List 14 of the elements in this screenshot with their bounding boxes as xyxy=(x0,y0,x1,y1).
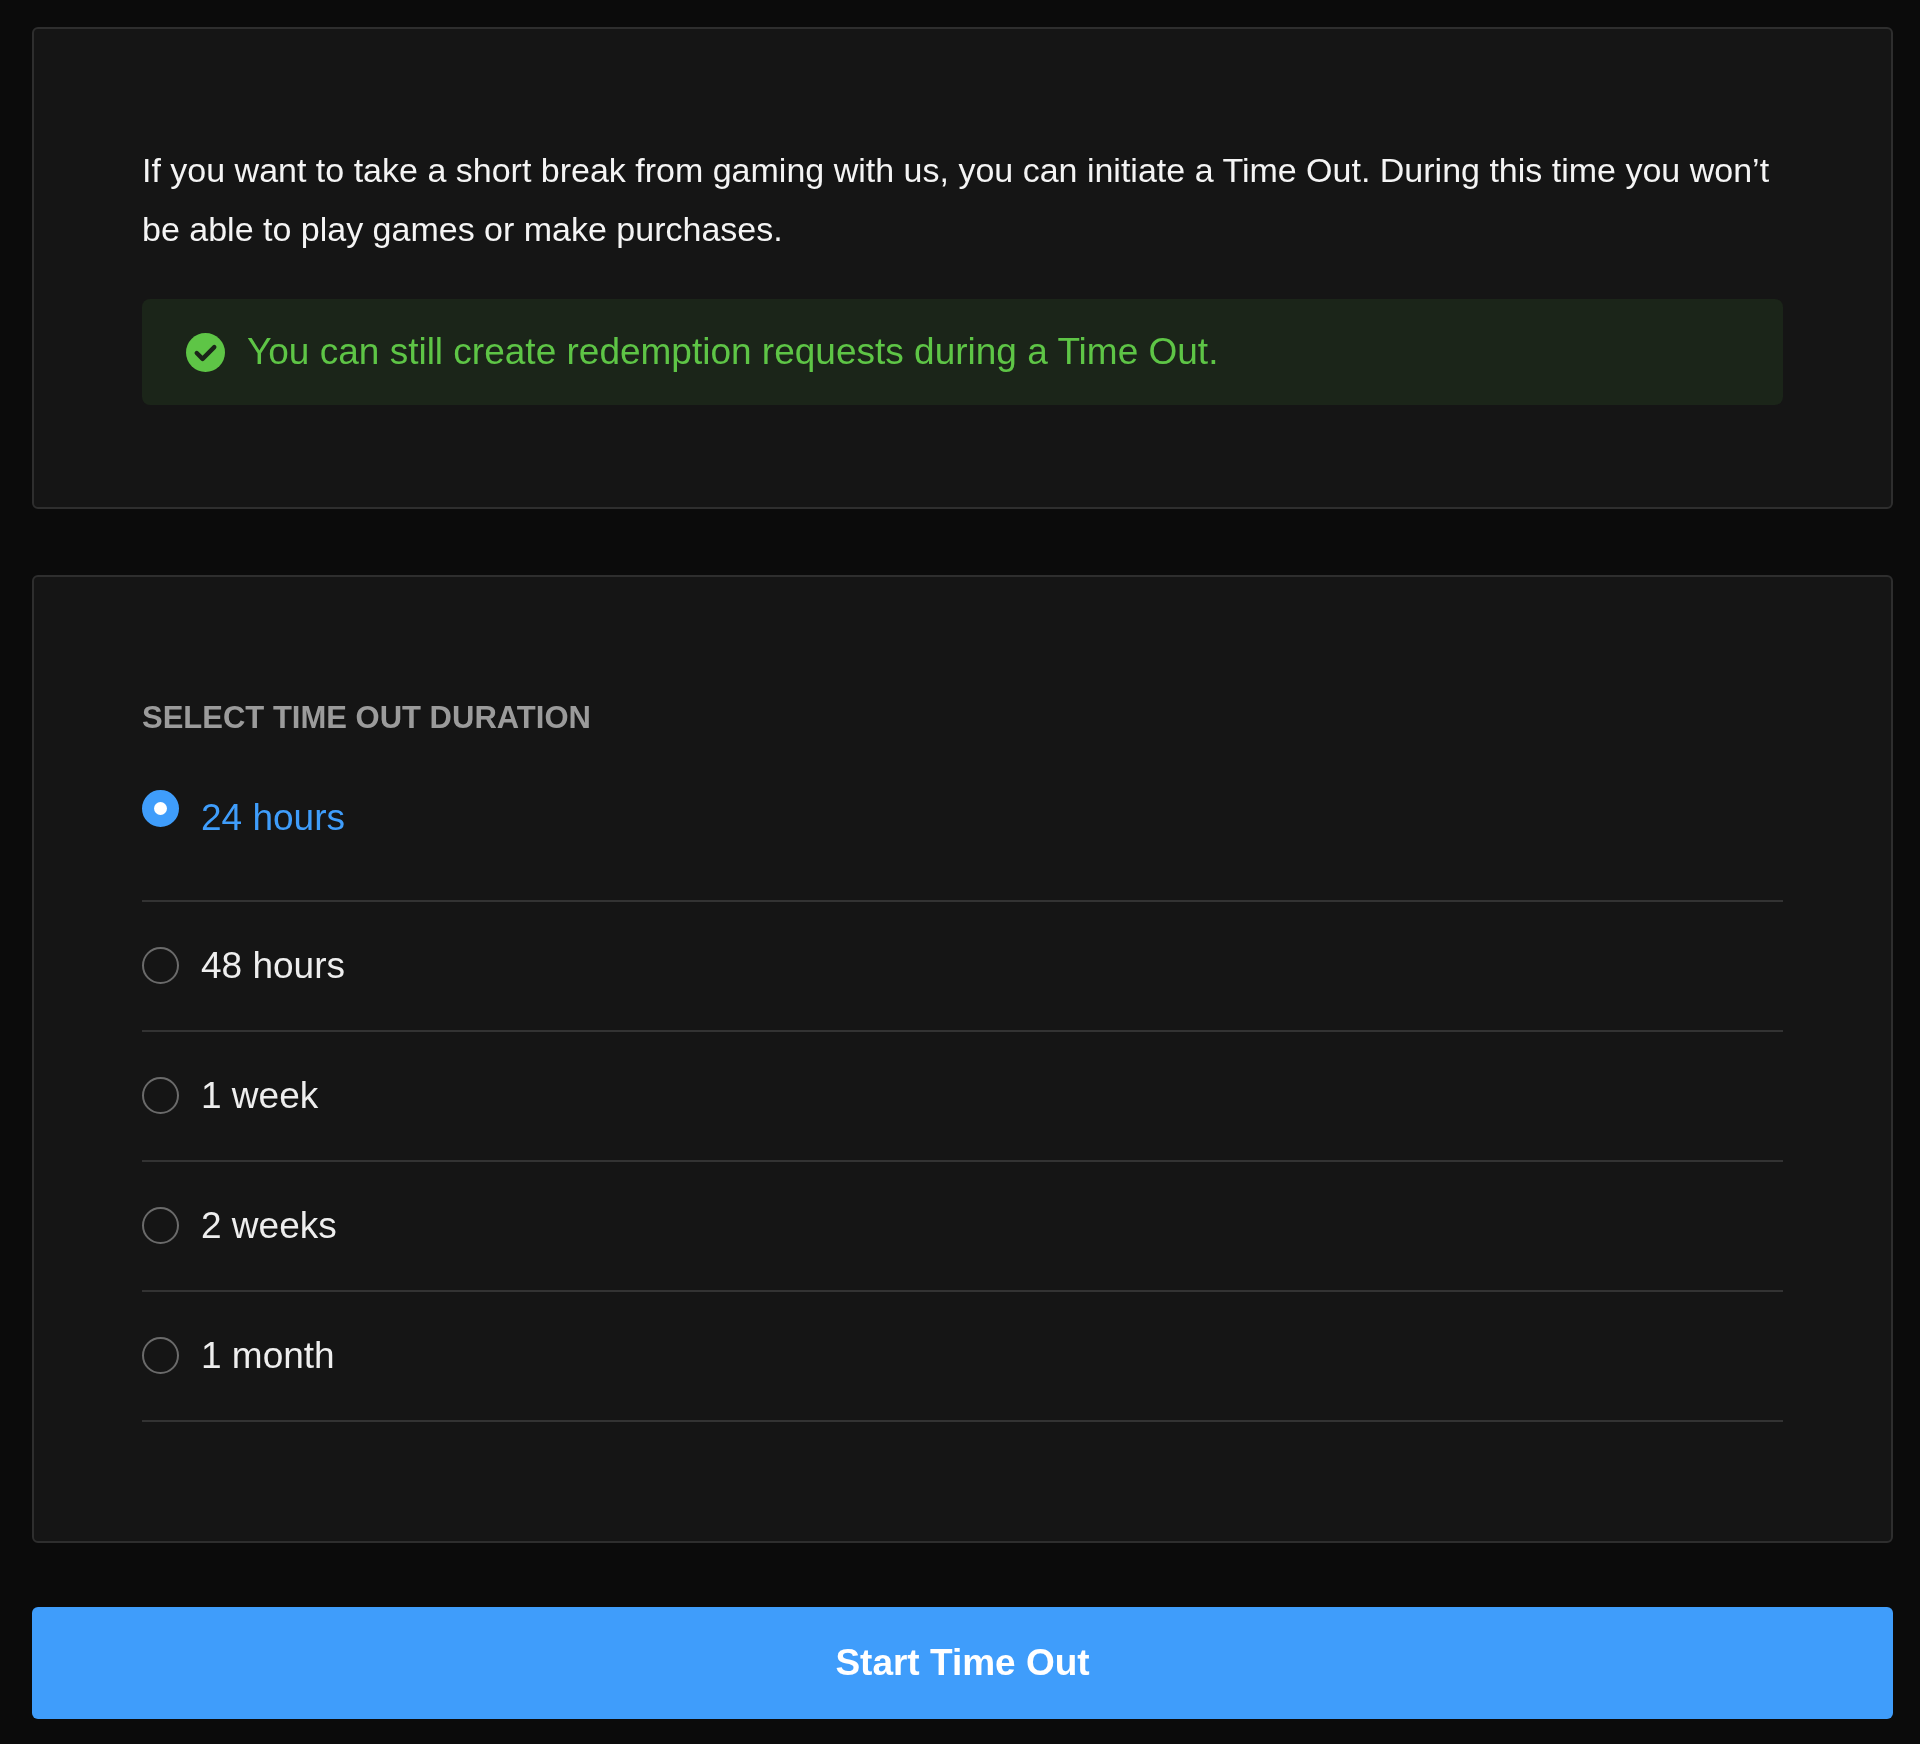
radio-button[interactable] xyxy=(142,1207,179,1244)
option-label[interactable]: 1 week xyxy=(201,1067,319,1124)
option-label[interactable]: 24 hours xyxy=(201,789,345,845)
intro-text: If you want to take a short break from gaming with us, you can initiate a Time Out. During this time you won’t be able to play games or make purchases. xyxy=(142,150,1771,250)
radio-button[interactable] xyxy=(142,947,179,984)
option-label[interactable]: 1 month xyxy=(201,1327,335,1384)
notice-text: You can still create redemption requests during a Time Out. xyxy=(247,330,1219,375)
radio-button[interactable] xyxy=(142,789,179,827)
section-heading: SELECT TIME OUT DURATION xyxy=(142,699,592,737)
option-label[interactable]: 2 weeks xyxy=(201,1197,337,1254)
check-circle-icon xyxy=(186,332,225,372)
radio-button[interactable] xyxy=(142,1077,179,1114)
radio-button[interactable] xyxy=(142,1337,179,1374)
option-label[interactable]: 48 hours xyxy=(201,937,345,994)
